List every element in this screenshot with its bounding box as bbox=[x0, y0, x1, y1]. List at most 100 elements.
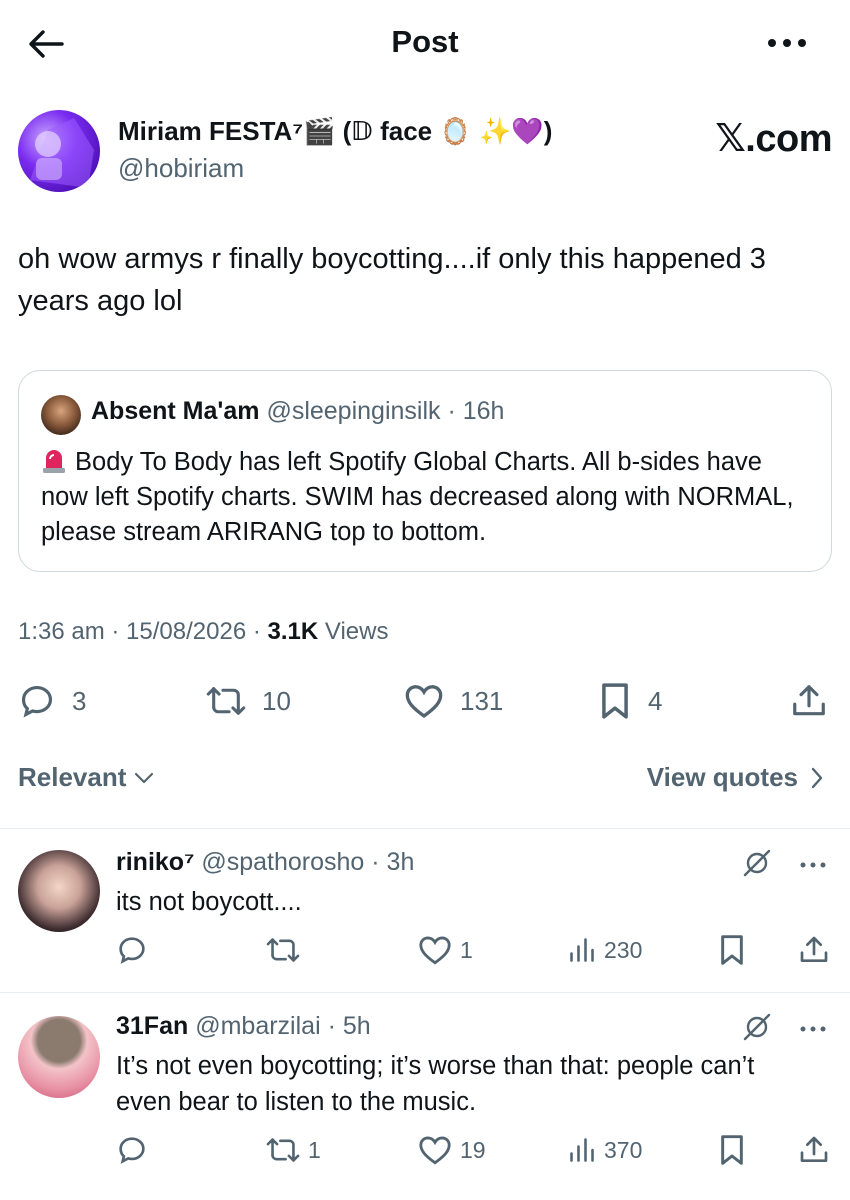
like-icon bbox=[419, 1136, 451, 1165]
reply-author-handle: @spathorosho bbox=[201, 848, 365, 876]
quote-time: 16h bbox=[462, 397, 505, 425]
like-icon bbox=[405, 685, 443, 719]
views-icon bbox=[570, 938, 594, 962]
reply-more-button[interactable] bbox=[798, 1014, 828, 1044]
reply-share-button[interactable] bbox=[798, 1130, 830, 1170]
reply-avatar[interactable] bbox=[18, 1016, 100, 1098]
more-horizontal-icon bbox=[768, 39, 806, 47]
grok-button[interactable] bbox=[742, 1012, 772, 1042]
quote-text-block: Body To Body has left Spotify Global Cha… bbox=[41, 445, 815, 550]
share-icon bbox=[793, 685, 825, 716]
reply-avatar[interactable] bbox=[18, 850, 100, 932]
reply-repost-button[interactable] bbox=[266, 930, 308, 970]
more-horizontal-icon bbox=[800, 1026, 826, 1032]
reply-icon bbox=[119, 937, 145, 964]
reply-reply-button[interactable] bbox=[116, 1130, 156, 1170]
repost-button[interactable]: 10 bbox=[206, 678, 291, 724]
quote-author-handle: @sleepinginsilk bbox=[266, 397, 441, 425]
reply-button[interactable]: 3 bbox=[18, 678, 86, 724]
quote-author-name[interactable]: Absent Ma'am bbox=[91, 397, 259, 425]
reply-like-button[interactable]: 1 bbox=[418, 930, 473, 970]
reply-like-count: 1 bbox=[460, 936, 473, 963]
like-count: 131 bbox=[460, 685, 504, 716]
reply-bookmark-button[interactable] bbox=[718, 930, 746, 970]
bookmark-icon bbox=[721, 1135, 743, 1165]
reply-view-count: 370 bbox=[604, 1136, 643, 1163]
bookmark-count: 4 bbox=[648, 685, 663, 716]
reply-author-name[interactable]: 31Fan bbox=[116, 1012, 188, 1040]
reply-item[interactable]: riniko⁷ @spathorosho · 3h its not boycot… bbox=[0, 828, 850, 992]
reply-count: 3 bbox=[72, 685, 87, 716]
share-icon bbox=[800, 1136, 828, 1162]
reply-author-handle: @mbarzilai bbox=[195, 1012, 321, 1040]
reply-header: 31Fan @mbarzilai · 5h bbox=[116, 1012, 371, 1041]
bookmark-icon bbox=[602, 683, 628, 719]
reply-item[interactable]: 31Fan @mbarzilai · 5h It’s not even boyc… bbox=[0, 992, 850, 1200]
reply-icon bbox=[21, 685, 53, 718]
grok-button[interactable] bbox=[742, 848, 772, 878]
sort-dropdown[interactable]: Relevant bbox=[18, 762, 154, 793]
like-icon bbox=[419, 936, 451, 965]
reply-actions: 1 230 bbox=[116, 930, 832, 970]
quote-avatar[interactable] bbox=[41, 395, 81, 435]
chevron-right-icon bbox=[811, 767, 823, 788]
reply-repost-count: 1 bbox=[308, 1136, 321, 1163]
post-actions: 3 10 131 4 bbox=[18, 678, 832, 724]
post-text: oh wow armys r finally boycotting....if … bbox=[18, 243, 766, 317]
reply-text: It’s not even boycotting; it’s worse tha… bbox=[116, 1052, 755, 1116]
siren-icon bbox=[43, 450, 65, 473]
reply-actions: 1 19 370 bbox=[116, 1130, 832, 1170]
share-icon bbox=[800, 936, 828, 962]
reply-views-button[interactable]: 230 bbox=[568, 930, 642, 970]
reply-views-button[interactable]: 370 bbox=[568, 1130, 642, 1170]
like-button[interactable]: 131 bbox=[404, 678, 503, 724]
more-horizontal-icon bbox=[800, 862, 826, 868]
post-timestamp: 1:36 am · 15/08/2026 · 3.1K Views bbox=[18, 618, 388, 646]
reply-author-name[interactable]: riniko⁷ bbox=[116, 848, 194, 876]
author-name[interactable]: Miriam FESTA⁷🎬 (𝔻 face 🪞 ✨💜) bbox=[118, 116, 552, 147]
quoted-post[interactable]: Absent Ma'am @sleepinginsilk · 16h Body … bbox=[18, 370, 832, 572]
reply-icon bbox=[119, 1137, 145, 1164]
reply-separator: · bbox=[320, 1012, 343, 1040]
post-author: Miriam FESTA⁷🎬 (𝔻 face 🪞 ✨💜) @hobiriam 𝕏… bbox=[18, 110, 832, 194]
view-quotes-link[interactable]: View quotes bbox=[647, 762, 824, 793]
brand-watermark: 𝕏.com bbox=[715, 118, 832, 160]
repost-count: 10 bbox=[262, 685, 291, 716]
reply-more-button[interactable] bbox=[798, 850, 828, 880]
reply-time: 5h bbox=[342, 1012, 371, 1040]
more-options-button[interactable] bbox=[764, 28, 810, 58]
quote-text: Body To Body has left Spotify Global Cha… bbox=[41, 448, 794, 546]
repost-icon bbox=[206, 687, 246, 715]
reply-share-button[interactable] bbox=[798, 930, 830, 970]
bookmark-button[interactable]: 4 bbox=[598, 678, 662, 724]
reply-like-count: 19 bbox=[460, 1136, 486, 1163]
replies-filter-row: Relevant View quotes bbox=[18, 758, 832, 798]
grok-icon bbox=[743, 1013, 771, 1041]
views-icon bbox=[570, 1138, 594, 1162]
sort-label: Relevant bbox=[18, 762, 127, 792]
view-quotes-label: View quotes bbox=[646, 762, 798, 792]
repost-icon bbox=[266, 1138, 300, 1162]
avatar-image bbox=[30, 118, 94, 188]
quote-separator: · bbox=[440, 397, 463, 425]
views-label: Views bbox=[318, 618, 389, 645]
author-handle[interactable]: @hobiriam bbox=[118, 153, 244, 184]
views-count: 3.1K bbox=[267, 618, 319, 645]
repost-icon bbox=[266, 938, 300, 962]
top-bar: Post bbox=[0, 0, 850, 86]
page-title: Post bbox=[391, 24, 459, 59]
reply-bookmark-button[interactable] bbox=[718, 1130, 746, 1170]
quote-header: Absent Ma'am @sleepinginsilk · 16h bbox=[91, 397, 504, 426]
author-avatar[interactable] bbox=[18, 110, 100, 192]
reply-time: 3h bbox=[386, 848, 415, 876]
share-button[interactable] bbox=[790, 678, 828, 724]
grok-icon bbox=[743, 849, 771, 877]
reply-separator: · bbox=[364, 848, 387, 876]
chevron-down-icon bbox=[135, 772, 154, 783]
reply-text: its not boycott.... bbox=[116, 888, 302, 916]
reply-like-button[interactable]: 19 bbox=[418, 1130, 486, 1170]
reply-repost-button[interactable]: 1 bbox=[266, 1130, 321, 1170]
reply-reply-button[interactable] bbox=[116, 930, 156, 970]
post-time[interactable]: 1:36 am · 15/08/2026 · bbox=[18, 618, 268, 645]
reply-view-count: 230 bbox=[604, 936, 643, 963]
